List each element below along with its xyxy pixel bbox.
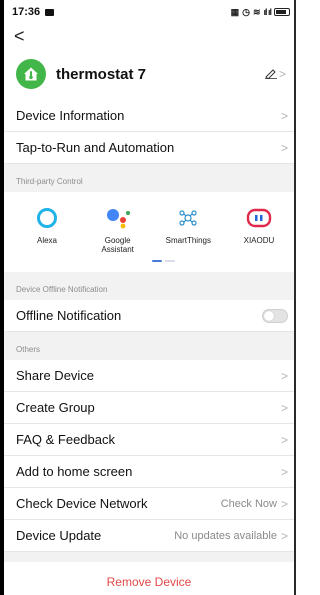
screen-record-icon <box>45 8 55 16</box>
xiaodu-icon <box>246 206 272 230</box>
status-time: 17:36 <box>12 6 41 18</box>
row-label: Tap-to-Run and Automation <box>16 140 175 155</box>
add-to-home-screen-row[interactable]: Add to home screen > <box>4 456 294 488</box>
third-party-carousel[interactable]: Alexa Google Assistant SmartThings XIAOD… <box>4 192 294 272</box>
google-assistant-item[interactable]: Google Assistant <box>89 206 147 272</box>
chevron-right-icon: > <box>280 400 288 415</box>
chevron-right-icon: > <box>280 108 288 123</box>
pencil-icon <box>264 69 277 79</box>
back-button[interactable]: < <box>14 27 25 45</box>
row-label: FAQ & Feedback <box>16 432 115 447</box>
create-group-row[interactable]: Create Group > <box>4 392 294 424</box>
xiaodu-label: XIAODU <box>243 236 275 245</box>
status-icons: ▦ ◷ ≋ ıl ıl <box>231 7 290 18</box>
row-label: Offline Notification <box>16 308 122 323</box>
chevron-right-icon: > <box>280 464 288 479</box>
row-value: No updates available <box>174 529 277 542</box>
top-nav: < <box>4 24 294 48</box>
row-label: Device Update <box>16 528 102 543</box>
nfc-icon: ▦ <box>230 6 240 17</box>
thermostat-icon <box>16 59 46 89</box>
page-indicator <box>152 260 175 262</box>
section-header-third-party: Third-party Control <box>4 164 294 192</box>
row-label: Check Device Network <box>16 496 148 511</box>
check-device-network-row[interactable]: Check Device Network Check Now > <box>4 488 294 520</box>
device-update-row[interactable]: Device Update No updates available > <box>4 520 294 552</box>
toggle-knob <box>264 310 274 321</box>
offline-notification-row: Offline Notification <box>4 300 294 332</box>
row-label: Share Device <box>16 368 95 383</box>
google-assistant-icon <box>105 206 131 230</box>
remove-device-label: Remove Device <box>106 575 192 589</box>
row-value: Check Now <box>220 497 277 510</box>
alexa-label: Alexa <box>36 236 57 245</box>
row-label: Create Group <box>16 400 95 415</box>
section-header-others: Others <box>4 332 294 360</box>
google-assistant-label: Google Assistant <box>101 236 134 255</box>
signal-icon: ıl ıl <box>263 7 271 17</box>
alarm-icon: ◷ <box>242 6 250 17</box>
battery-icon <box>274 8 290 16</box>
row-label: Device Information <box>16 108 125 123</box>
alexa-item[interactable]: Alexa <box>18 206 76 272</box>
page-dot-active <box>152 260 162 262</box>
tap-to-run-row[interactable]: Tap-to-Run and Automation > <box>4 132 294 164</box>
chevron-right-icon: > <box>280 140 288 155</box>
chevron-right-icon: > <box>280 368 288 383</box>
smartthings-icon <box>175 206 201 230</box>
smartthings-item[interactable]: SmartThings <box>159 206 217 272</box>
edit-name-button[interactable]: > <box>264 67 286 81</box>
alexa-icon <box>34 206 60 230</box>
chevron-right-icon: > <box>280 496 288 511</box>
device-header: thermostat 7 > <box>4 48 294 100</box>
row-label: Add to home screen <box>16 464 133 479</box>
smartthings-label: SmartThings <box>165 236 211 245</box>
device-name: thermostat 7 <box>56 65 147 83</box>
status-bar: 17:36 ▦ ◷ ≋ ıl ıl <box>4 0 294 24</box>
chevron-right-icon: > <box>278 67 286 81</box>
offline-notification-toggle[interactable] <box>262 308 288 323</box>
xiaodu-item[interactable]: XIAODU <box>230 206 288 272</box>
wifi-icon: ≋ <box>252 6 261 17</box>
remove-device-button[interactable]: Remove Device <box>4 562 294 595</box>
share-device-row[interactable]: Share Device > <box>4 360 294 392</box>
page-dot <box>165 260 175 262</box>
chevron-right-icon: > <box>280 528 288 543</box>
section-header-offline: Device Offline Notification <box>4 272 294 300</box>
phone-screen: 17:36 ▦ ◷ ≋ ıl ıl < thermostat 7 > Devic… <box>0 0 296 595</box>
faq-feedback-row[interactable]: FAQ & Feedback > <box>4 424 294 456</box>
device-information-row[interactable]: Device Information > <box>4 100 294 132</box>
chevron-right-icon: > <box>280 432 288 447</box>
